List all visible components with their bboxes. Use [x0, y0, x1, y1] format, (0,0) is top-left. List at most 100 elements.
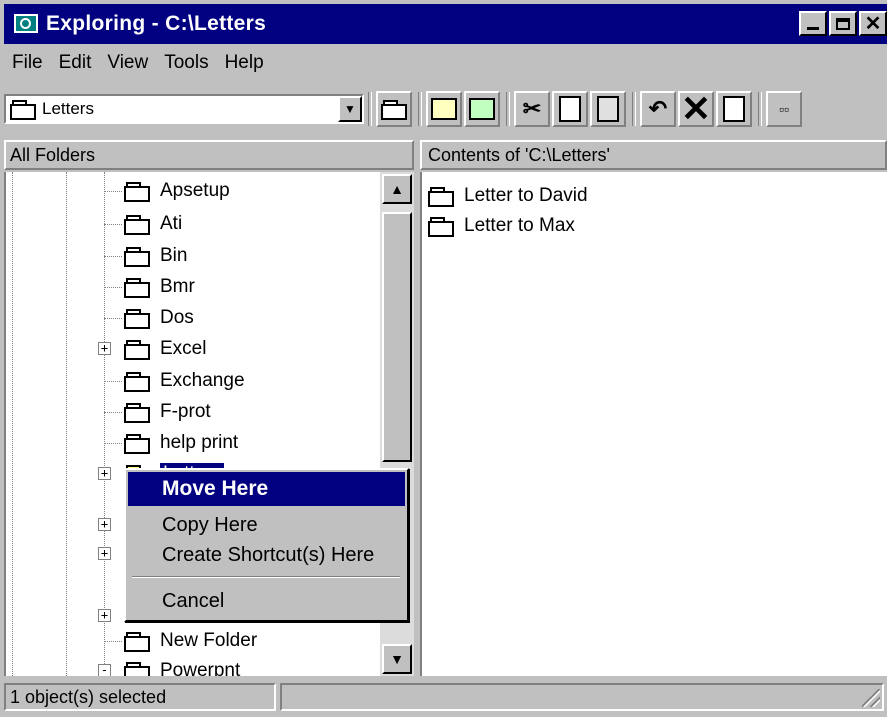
resize-grip-icon[interactable] — [862, 689, 880, 707]
close-button[interactable]: ✕ — [859, 11, 887, 36]
expand-toggle[interactable]: + — [98, 518, 111, 531]
tree-connector — [104, 256, 122, 257]
map-drive-button[interactable] — [426, 91, 462, 127]
expand-toggle-excel[interactable]: + — [98, 342, 111, 355]
tree-item-label: New Folder — [160, 630, 258, 651]
menu-view[interactable]: View — [99, 52, 156, 74]
menu-item-cancel[interactable]: Cancel — [128, 584, 405, 618]
copy-button[interactable] — [552, 91, 588, 127]
tree-item-bmr[interactable]: Bmr — [124, 272, 195, 302]
folder-icon — [124, 372, 150, 392]
address-combo[interactable]: Letters ▼ — [4, 94, 364, 124]
tree-connector — [104, 224, 122, 225]
menu-item-create-shortcut-here[interactable]: Create Shortcut(s) Here — [128, 538, 405, 572]
undo-button[interactable]: ↶ — [640, 91, 676, 127]
tree-item-label: Apsetup — [160, 180, 230, 201]
tree-item-ati[interactable]: Ati — [124, 209, 182, 239]
folder-icon — [124, 434, 150, 454]
tree-guide-line — [12, 172, 13, 676]
map-drive-icon — [431, 98, 457, 120]
tree-item-exchange[interactable]: Exchange — [124, 366, 245, 396]
menu-edit[interactable]: Edit — [51, 52, 100, 74]
undo-icon: ↶ — [648, 96, 668, 121]
folder-icon — [124, 403, 150, 423]
menu-help[interactable]: Help — [217, 52, 272, 74]
tree-item-f-prot[interactable]: F-prot — [124, 397, 211, 427]
tree-item-label: Dos — [160, 307, 194, 328]
up-one-level-button[interactable] — [376, 91, 412, 127]
status-panel — [280, 683, 884, 711]
contents-list[interactable]: Letter to David Letter to Max — [420, 172, 887, 676]
properties-button[interactable] — [716, 91, 752, 127]
folder-icon — [124, 340, 150, 360]
minimize-button[interactable] — [799, 11, 827, 36]
status-bar: 1 object(s) selected — [4, 680, 887, 714]
expand-toggle[interactable]: + — [98, 609, 111, 622]
tree-item-powerpnt[interactable]: Powerpnt — [124, 656, 240, 676]
tree-item-help-print[interactable]: help print — [124, 428, 238, 458]
properties-icon — [723, 96, 745, 122]
tree-guide-line — [66, 172, 67, 676]
folder-icon — [428, 217, 454, 237]
large-icons-button[interactable]: ▫▫ — [766, 91, 802, 127]
tree-item-bin[interactable]: Bin — [124, 241, 187, 271]
menu-tools[interactable]: Tools — [156, 52, 216, 74]
paste-icon — [597, 96, 619, 122]
minimize-icon — [807, 27, 819, 30]
scroll-up-button[interactable]: ▲ — [382, 174, 412, 204]
delete-button[interactable]: ✕ — [678, 91, 714, 127]
folder-icon — [124, 278, 150, 298]
tree-guide-line — [104, 172, 105, 676]
tree-connector — [104, 287, 122, 288]
address-dropdown-button[interactable]: ▼ — [338, 96, 362, 122]
all-folders-header: All Folders — [4, 140, 414, 170]
folder-icon — [124, 662, 150, 676]
maximize-button[interactable] — [829, 11, 857, 36]
menu-item-label: Create Shortcut(s) Here — [162, 543, 375, 566]
address-value: Letters — [42, 99, 94, 118]
tree-item-label: F-prot — [160, 401, 211, 422]
folder-open-icon — [428, 187, 454, 207]
tree-connector — [104, 443, 122, 444]
toolbar-separator — [418, 92, 422, 126]
toolbar-separator — [758, 92, 762, 126]
tree-item-apsetup[interactable]: Apsetup — [124, 176, 230, 206]
list-item-letter-to-max[interactable]: Letter to Max — [428, 212, 575, 240]
chevron-up-icon: ▲ — [390, 181, 404, 197]
toolbar-separator — [506, 92, 510, 126]
menu-item-move-here[interactable]: Move Here — [128, 472, 405, 506]
expand-toggle-letters[interactable]: + — [98, 467, 111, 480]
scroll-down-button[interactable]: ▼ — [382, 644, 412, 674]
menu-item-label: Cancel — [162, 589, 225, 612]
tree-item-label: Bin — [160, 245, 188, 266]
expand-toggle[interactable]: + — [98, 547, 111, 560]
folder-icon — [124, 247, 150, 267]
tree-item-label: Powerpnt — [160, 660, 241, 676]
copy-icon — [559, 96, 581, 122]
delete-icon: ✕ — [680, 88, 712, 129]
close-icon: ✕ — [864, 13, 882, 35]
expand-toggle-powerpnt[interactable]: - — [98, 664, 111, 676]
menu-file[interactable]: File — [4, 52, 51, 74]
contents-header: Contents of 'C:\Letters' — [420, 140, 887, 170]
cut-button[interactable]: ✂ — [514, 91, 550, 127]
menu-separator — [132, 576, 400, 578]
menu-item-copy-here[interactable]: Copy Here — [128, 508, 405, 542]
cut-icon: ✂ — [522, 96, 542, 121]
tree-item-excel[interactable]: Excel — [124, 334, 206, 364]
list-item-letter-to-david[interactable]: Letter to David — [428, 182, 588, 210]
title-bar[interactable]: Exploring - C:\Letters ✕ — [4, 4, 887, 44]
paste-button[interactable] — [590, 91, 626, 127]
menu-item-label: Move Here — [162, 477, 269, 500]
chevron-down-icon: ▼ — [390, 651, 404, 667]
window-title: Exploring - C:\Letters — [46, 12, 267, 35]
explorer-app-icon[interactable] — [12, 12, 38, 36]
disconnect-button[interactable] — [464, 91, 500, 127]
tree-item-dos[interactable]: Dos — [124, 303, 194, 333]
maximize-icon — [836, 17, 850, 30]
toolbar: Letters ▼ ✂ ↶ ✕ ▫▫ — [4, 84, 887, 134]
tree-connector — [104, 191, 122, 192]
up-one-level-icon — [381, 100, 407, 120]
tree-item-new-folder[interactable]: New Folder — [124, 626, 257, 656]
scroll-thumb[interactable] — [382, 212, 412, 462]
